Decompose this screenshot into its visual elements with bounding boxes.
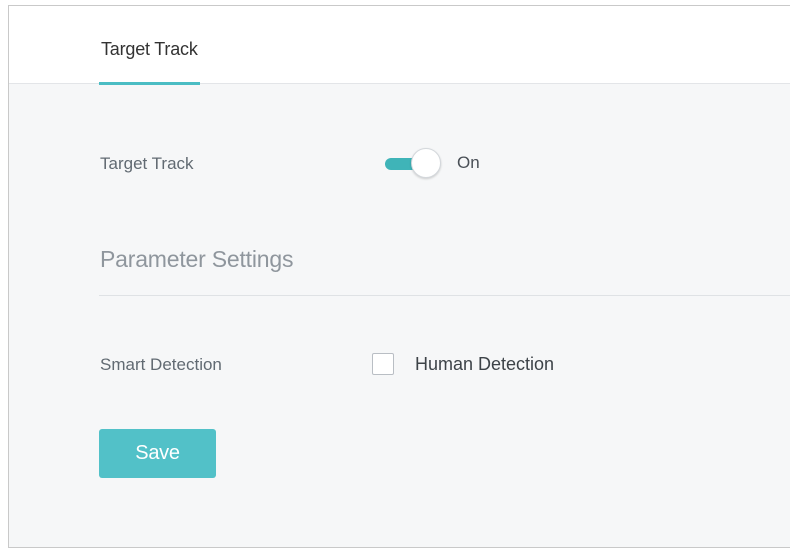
toggle-state-text: On	[457, 153, 480, 172]
settings-panel: Target Track Target Track On Parameter S…	[8, 5, 790, 548]
human-detection-label[interactable]: Human Detection	[415, 354, 554, 375]
tab-bar: Target Track	[9, 6, 790, 85]
save-button[interactable]: Save	[99, 429, 216, 478]
target-track-toggle[interactable]	[385, 148, 443, 180]
target-track-label: Target Track	[100, 154, 194, 173]
human-detection-checkbox[interactable]	[372, 353, 394, 375]
toggle-knob	[411, 148, 441, 178]
tab-target-track[interactable]: Target Track	[99, 6, 200, 85]
smart-detection-label: Smart Detection	[100, 355, 222, 374]
tab-target-track-label: Target Track	[101, 39, 198, 59]
active-tab-indicator	[99, 82, 200, 85]
parameter-settings-heading: Parameter Settings	[100, 246, 294, 272]
section-divider	[99, 295, 790, 296]
